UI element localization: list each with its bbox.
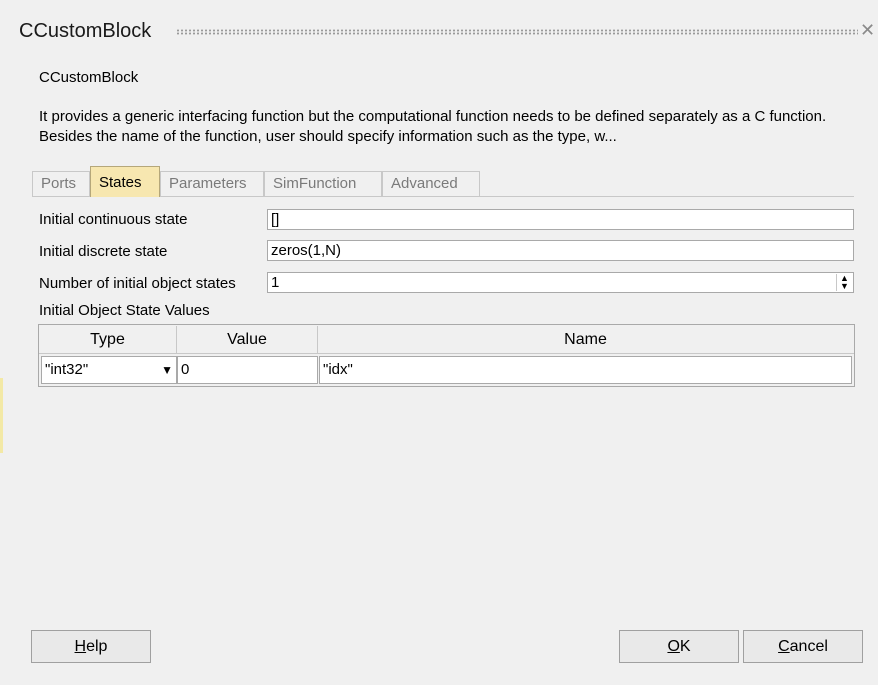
tab-label: Advanced [391,175,458,192]
cancel-label: ancel [789,638,828,655]
drag-grip[interactable] [176,29,858,35]
num-object-states-value: 1 [271,274,280,291]
tab-label: SimFunction [273,175,357,192]
help-button[interactable]: Help [31,630,151,663]
help-label: elp [86,638,108,655]
column-header-value[interactable]: Value [177,326,318,353]
tab-simfunction[interactable]: SimFunction [264,171,382,196]
tab-advanced[interactable]: Advanced [382,171,480,196]
num-object-states-spinner[interactable]: 1 ▲ ▼ [267,272,854,293]
name-cell[interactable]: "idx" [319,356,852,384]
num-object-states-label: Number of initial object states [39,275,236,292]
cancel-button[interactable]: Cancel [743,630,863,663]
cancel-mnemonic: C [778,638,790,655]
chevron-down-icon[interactable]: ▼ [161,357,173,383]
block-description: It provides a generic interfacing functi… [39,108,827,145]
column-header-name[interactable]: Name [318,326,853,353]
tab-ports[interactable]: Ports [32,171,90,196]
type-value: "int32" [45,361,89,378]
initial-continuous-label: Initial continuous state [39,211,188,228]
title-bar[interactable]: CCustomBlock ✕ [0,0,878,64]
initial-discrete-label: Initial discrete state [39,243,168,260]
window-title: CCustomBlock [19,20,152,42]
initial-discrete-input[interactable]: zeros(1,N) [267,240,854,261]
spin-updown-icon[interactable]: ▲ ▼ [836,274,852,291]
tab-label: States [99,174,142,191]
ok-mnemonic: O [667,638,680,655]
type-select[interactable]: "int32" ▼ [41,356,177,384]
block-name: CCustomBlock [39,69,139,86]
tab-states[interactable]: States [90,166,160,197]
column-header-type[interactable]: Type [39,326,177,353]
tab-parameters[interactable]: Parameters [160,171,264,196]
ok-label: K [679,638,691,655]
edge-marker [0,378,3,453]
object-state-table: Type Value Name "int32" ▼ 0 "idx" [38,324,855,387]
help-mnemonic: H [74,638,87,655]
object-values-label: Initial Object State Values [39,302,210,319]
tab-label: Ports [41,175,77,192]
tab-label: Parameters [169,175,247,192]
close-icon[interactable]: ✕ [860,21,875,39]
initial-continuous-input[interactable]: [] [267,209,854,230]
ok-button[interactable]: OK [619,630,739,663]
value-cell[interactable]: 0 [177,356,318,384]
header-divider [39,353,854,354]
